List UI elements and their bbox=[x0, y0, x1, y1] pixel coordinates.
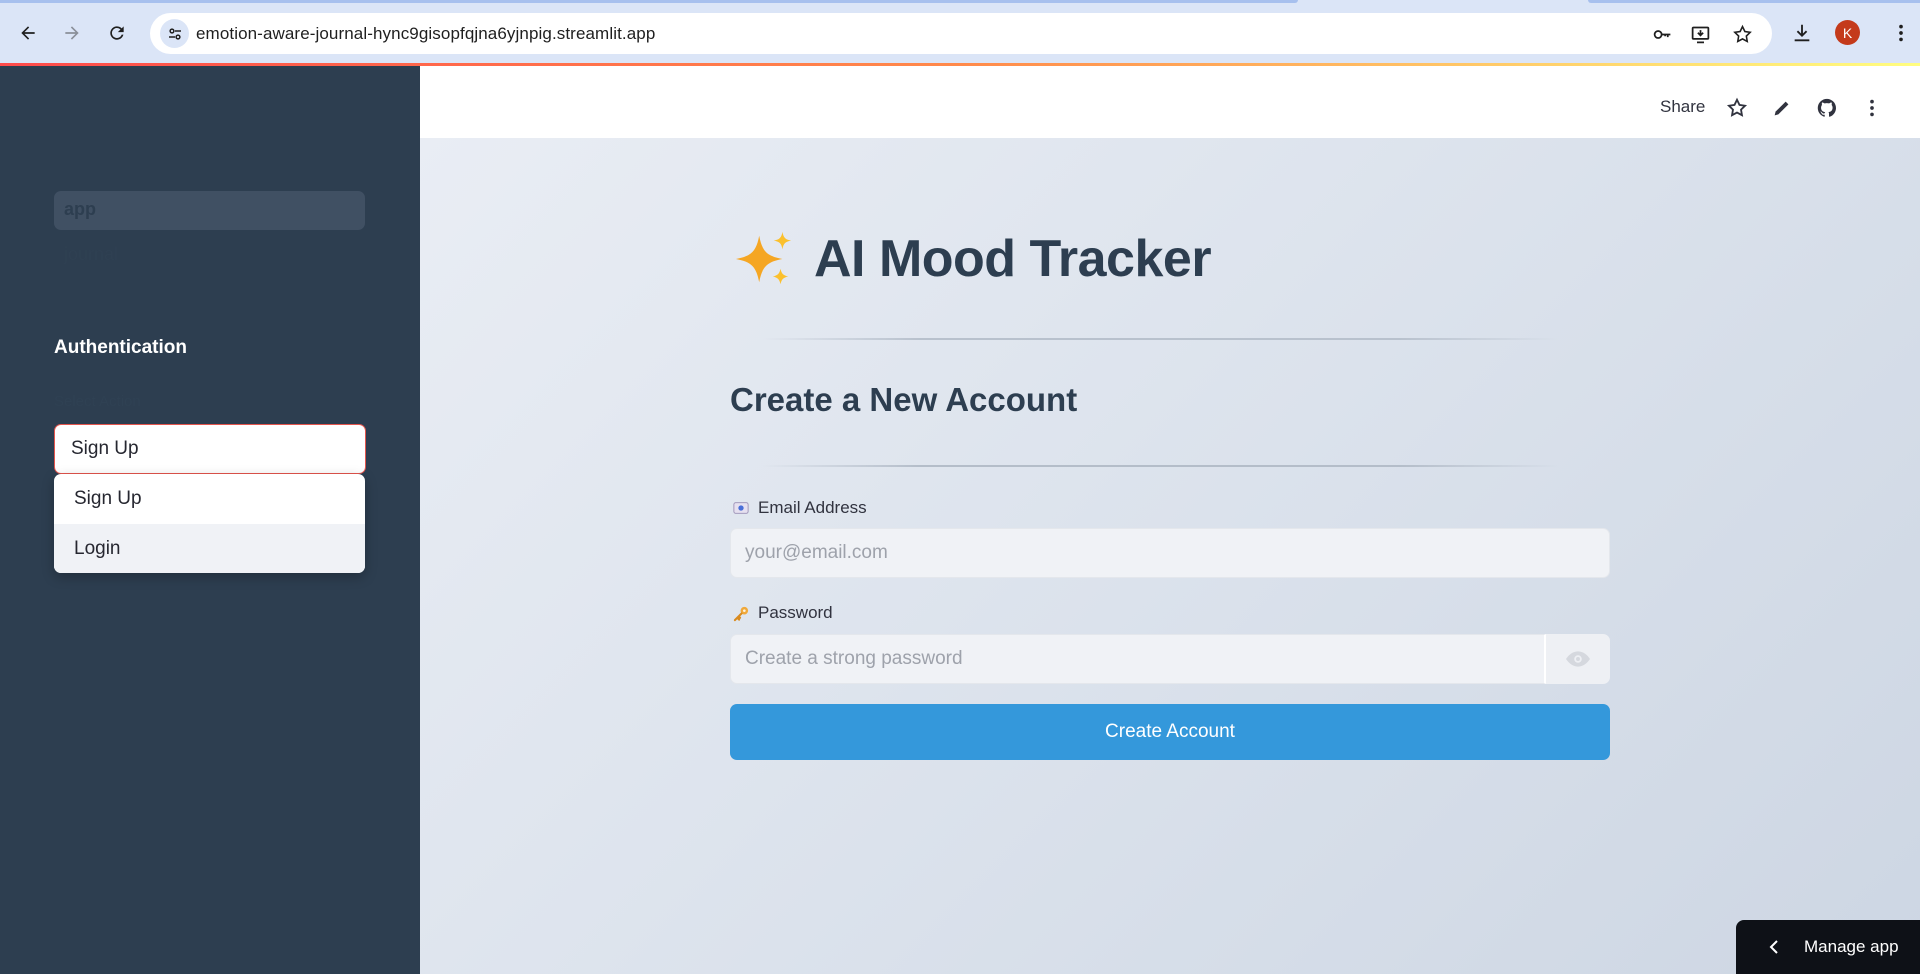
more-vert-icon[interactable] bbox=[1858, 94, 1886, 122]
section-title: Create a New Account bbox=[730, 381, 1078, 418]
id-card-icon bbox=[732, 499, 750, 517]
manage-app-button[interactable]: Manage app bbox=[1736, 920, 1920, 974]
page-title: AI Mood Tracker bbox=[734, 228, 1212, 290]
chevron-left-icon bbox=[1769, 940, 1778, 954]
divider bbox=[762, 465, 1558, 467]
tab-strip bbox=[0, 0, 1920, 3]
install-app-icon[interactable] bbox=[1687, 21, 1713, 47]
reload-icon[interactable] bbox=[102, 18, 132, 48]
show-password-eye-icon[interactable] bbox=[1546, 634, 1610, 684]
email-placeholder: your@email.com bbox=[745, 542, 888, 563]
sparkles-icon bbox=[735, 231, 792, 285]
key-icon[interactable] bbox=[1649, 21, 1675, 47]
email-label-text: Email Address bbox=[758, 498, 867, 517]
key-icon bbox=[732, 604, 750, 622]
app-title: AI Mood Tracker bbox=[814, 230, 1212, 288]
action-select-value: Sign Up bbox=[71, 438, 139, 459]
divider bbox=[762, 338, 1558, 340]
github-icon[interactable] bbox=[1813, 94, 1841, 122]
profile-avatar[interactable]: K bbox=[1835, 20, 1860, 45]
sidebar: app journal Authentication Select Action… bbox=[0, 66, 420, 974]
download-icon[interactable] bbox=[1787, 18, 1817, 48]
option-login[interactable]: Login bbox=[54, 524, 365, 573]
share-button[interactable]: Share bbox=[1660, 97, 1705, 117]
password-field[interactable]: Create a strong password bbox=[730, 634, 1546, 684]
bookmark-star-icon[interactable] bbox=[1729, 21, 1755, 47]
back-icon[interactable] bbox=[13, 18, 43, 48]
action-select[interactable]: Sign Up bbox=[54, 424, 366, 474]
more-vert-icon[interactable] bbox=[1886, 18, 1916, 48]
sidebar-item-app[interactable]: app bbox=[54, 191, 365, 230]
password-label-text: Password bbox=[758, 603, 833, 622]
email-field[interactable]: your@email.com bbox=[730, 528, 1610, 578]
sidebar-section-title: Authentication bbox=[54, 337, 187, 358]
edit-icon[interactable] bbox=[1768, 94, 1796, 122]
site-settings-icon[interactable] bbox=[160, 19, 189, 48]
password-placeholder: Create a strong password bbox=[745, 648, 963, 669]
password-input-group: Create a strong password bbox=[730, 634, 1610, 684]
manage-app-label: Manage app bbox=[1804, 937, 1899, 956]
action-dropdown-menu: Sign Up Login bbox=[54, 474, 365, 573]
select-action-label: Select Action bbox=[54, 393, 141, 410]
option-sign-up[interactable]: Sign Up bbox=[54, 474, 365, 524]
url-text: emotion-aware-journal-hync9gisopfqjna6yj… bbox=[196, 24, 656, 43]
sidebar-item-journal[interactable]: journal bbox=[54, 236, 365, 275]
forward-icon[interactable] bbox=[57, 18, 87, 48]
star-icon[interactable] bbox=[1723, 94, 1751, 122]
email-label: Email Address bbox=[732, 498, 867, 518]
create-account-button[interactable]: Create Account bbox=[730, 704, 1610, 760]
password-label: Password bbox=[732, 603, 833, 623]
browser-toolbar: emotion-aware-journal-hync9gisopfqjna6yj… bbox=[0, 0, 1920, 65]
address-bar[interactable]: emotion-aware-journal-hync9gisopfqjna6yj… bbox=[150, 13, 1772, 54]
